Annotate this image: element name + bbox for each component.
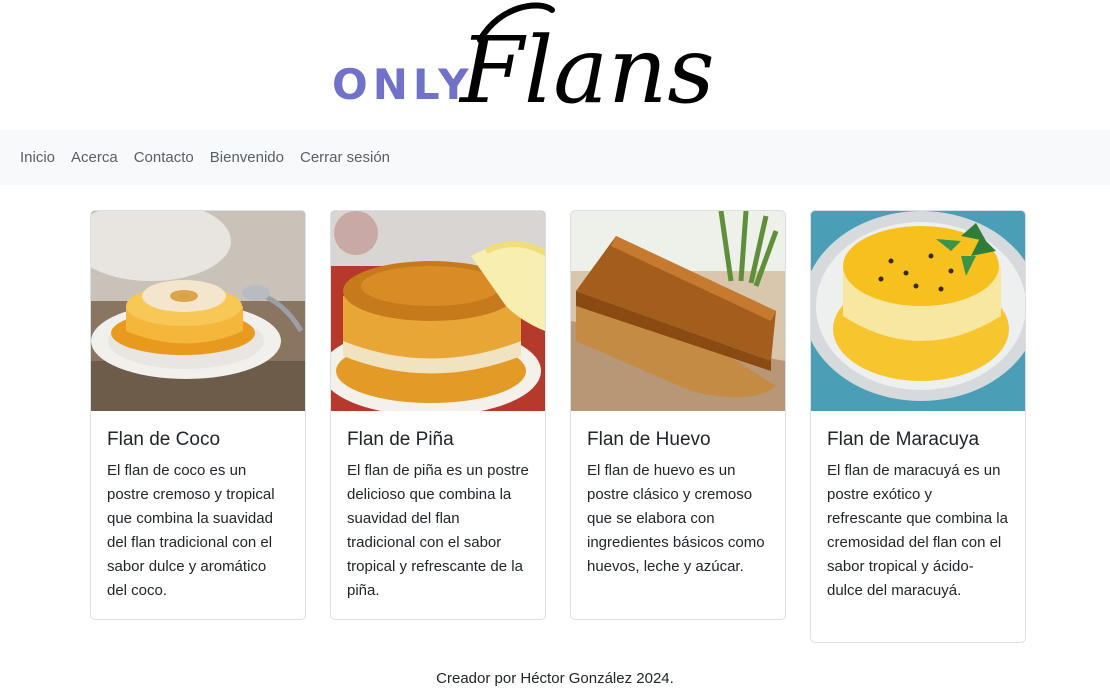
main-navbar: Inicio Acerca Contacto Bienvenido Cerrar… xyxy=(0,130,1110,185)
nav-bienvenido[interactable]: Bienvenido xyxy=(210,149,284,166)
card-text: El flan de coco es un postre cremoso y t… xyxy=(107,462,275,599)
card-flan-huevo: Flan de Huevo El flan de huevo es un pos… xyxy=(570,210,786,620)
site-logo: ONLY Flans xyxy=(330,0,790,124)
site-header: ONLY Flans xyxy=(0,0,1110,130)
card-text: El flan de piña es un postre delicioso q… xyxy=(347,462,529,599)
nav-cerrar-sesion[interactable]: Cerrar sesión xyxy=(300,149,390,166)
logo-wordmark-text: Flans xyxy=(458,17,715,124)
nav-inicio[interactable]: Inicio xyxy=(20,149,55,166)
card-flan-coco: Flan de Coco El flan de coco es un postr… xyxy=(90,210,306,620)
card-flan-pina: Flan de Piña El flan de piña es un postr… xyxy=(330,210,546,620)
card-title: Flan de Piña xyxy=(347,429,454,450)
card-title: Flan de Maracuya xyxy=(827,429,980,450)
pineapple-flan-image xyxy=(331,211,545,411)
card-flan-maracuya: Flan de Maracuya El flan de maracuyá es … xyxy=(810,210,1026,643)
card-text: El flan de maracuyá es un postre exótico… xyxy=(827,462,1008,599)
nav-contacto[interactable]: Contacto xyxy=(134,149,194,166)
logo-wordmark: Flans xyxy=(458,2,715,124)
card-text: El flan de huevo es un postre clásico y … xyxy=(587,462,765,575)
footer-credit: Creador por Héctor González 2024. xyxy=(436,670,674,687)
coconut-flan-image xyxy=(91,211,305,411)
card-title: Flan de Huevo xyxy=(587,429,711,450)
passionfruit-flan-image xyxy=(811,211,1025,411)
card-title: Flan de Coco xyxy=(107,429,221,450)
egg-flan-image xyxy=(571,211,785,411)
nav-acerca[interactable]: Acerca xyxy=(71,149,118,166)
